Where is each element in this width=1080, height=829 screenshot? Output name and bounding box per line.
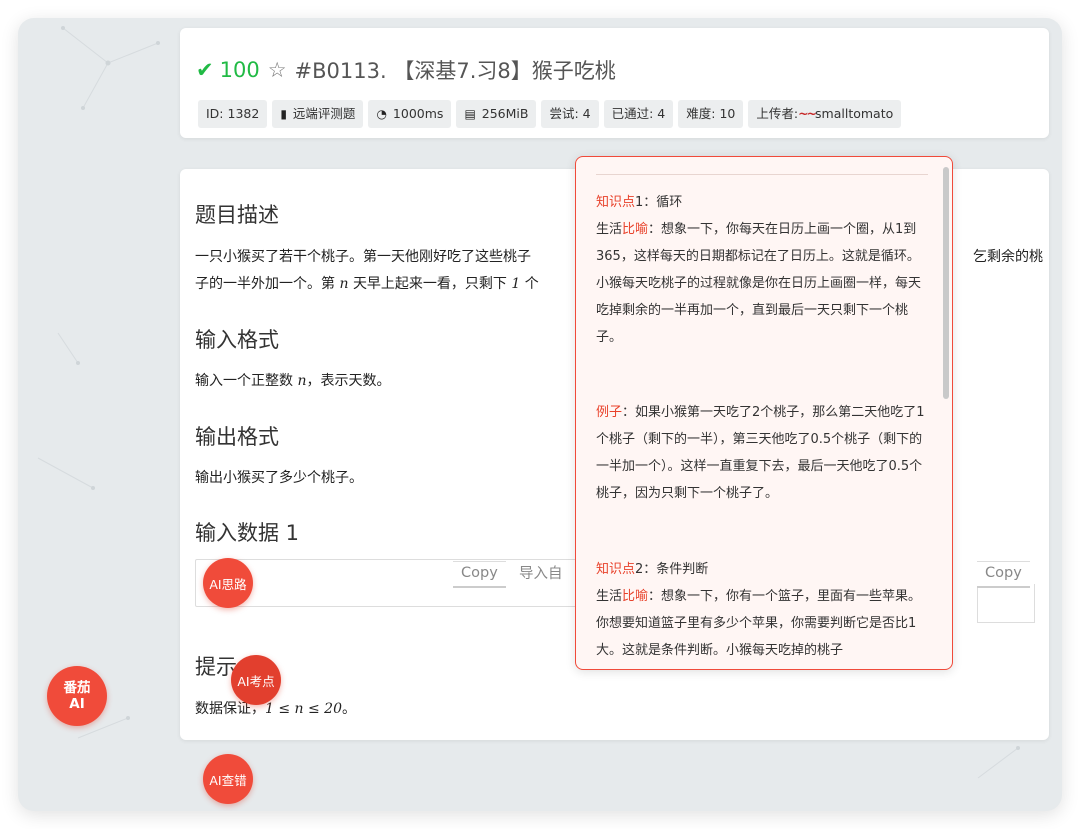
knowledge-point-1-body: 生活比喻：想象一下，你每天在日历上画一个圈，从1到365，这样每天的日期都标记在… bbox=[596, 222, 922, 345]
check-icon: ✔ bbox=[196, 58, 214, 82]
fanqie-ai-button[interactable]: 番茄 AI bbox=[47, 666, 107, 726]
ai-points-button[interactable]: AI考点 bbox=[231, 655, 281, 705]
import-button[interactable]: 导入自 bbox=[519, 562, 563, 583]
bookmark-icon: ▮ bbox=[280, 107, 287, 121]
popup-scrollbar-thumb[interactable] bbox=[943, 167, 949, 399]
stopwatch-icon: ◔ bbox=[376, 107, 387, 121]
description-heading: 题目描述 bbox=[195, 203, 279, 227]
knowledge-point-2-title: 知识点2：条件判断 bbox=[596, 562, 709, 577]
description-line-1: 一只小猴买了若干个桃子。第一天他刚好吃了这些桃子 bbox=[195, 249, 531, 265]
sample-output-box bbox=[977, 584, 1035, 623]
ai-thinking-button[interactable]: AI思路 bbox=[203, 558, 253, 608]
output-format-text: 输出小猴买了多少个桃子。 bbox=[195, 470, 363, 486]
tag-accepted[interactable]: 已通过: 4 bbox=[603, 100, 674, 128]
ai-knowledge-popup[interactable]: 知识点1：循环 生活比喻：想象一下，你每天在日历上画一个圈，从1到365，这样每… bbox=[575, 156, 953, 670]
input-format-heading: 输入格式 bbox=[195, 328, 279, 352]
hint-text: 数据保证，1 ≤ n ≤ 20。 bbox=[195, 701, 356, 717]
description-line-1-tail: 乞剩余的桃 bbox=[973, 249, 1043, 265]
sample-input-box bbox=[195, 559, 632, 607]
knowledge-point-2-body: 生活比喻：想象一下，你有一个篮子，里面有一些苹果。你想要知道篮子里有多少个苹果，… bbox=[596, 589, 922, 658]
problem-meta-tags: ID: 1382 ▮ 远端评测题 ◔ 1000ms ▤ 256MiB 尝试: 4… bbox=[198, 100, 902, 128]
example-body: 例子：如果小猴第一天吃了2个桃子，那么第二天他吃了1个桃子（剩下的一半），第三天… bbox=[596, 405, 925, 501]
tag-memory-limit: ▤ 256MiB bbox=[456, 100, 537, 128]
tag-judge-type: ▮ 远端评测题 bbox=[272, 100, 364, 128]
knowledge-point-1-title: 知识点1：循环 bbox=[596, 195, 683, 210]
problem-header-card: ✔ 100 ☆ #B0113. 【深基7.习8】猴子吃桃 ID: 1382 ▮ … bbox=[180, 28, 1049, 138]
tag-id: ID: 1382 bbox=[198, 100, 268, 128]
tag-difficulty: 难度: 10 bbox=[678, 100, 744, 128]
problem-title-row: ✔ 100 ☆ #B0113. 【深基7.习8】猴子吃桃 bbox=[196, 54, 616, 86]
score-value: 100 bbox=[219, 58, 260, 82]
copy-button[interactable]: Copy bbox=[453, 561, 506, 588]
copy-button-2[interactable]: Copy bbox=[977, 561, 1030, 588]
star-icon[interactable]: ☆ bbox=[268, 58, 287, 82]
tag-time-limit: ◔ 1000ms bbox=[368, 100, 452, 128]
sample-input-heading: 输入数据 1 bbox=[195, 521, 300, 545]
memory-icon: ▤ bbox=[464, 107, 476, 121]
redacted-scribble: ~~ bbox=[798, 106, 817, 121]
input-format-text: 输入一个正整数 n，表示天数。 bbox=[195, 373, 391, 389]
popup-divider bbox=[596, 174, 928, 175]
problem-title: #B0113. 【深基7.习8】猴子吃桃 bbox=[294, 59, 616, 83]
tag-uploader[interactable]: 上传者: ~~ smalltomato bbox=[748, 100, 902, 128]
ai-debug-button[interactable]: AI查错 bbox=[203, 754, 253, 804]
output-format-heading: 输出格式 bbox=[195, 425, 279, 449]
description-line-2: 子的一半外加一个。第 n 天早上起来一看，只剩下 1 个 bbox=[195, 276, 539, 292]
app-window: ✔ 100 ☆ #B0113. 【深基7.习8】猴子吃桃 ID: 1382 ▮ … bbox=[18, 18, 1062, 811]
tag-attempts[interactable]: 尝试: 4 bbox=[541, 100, 599, 128]
